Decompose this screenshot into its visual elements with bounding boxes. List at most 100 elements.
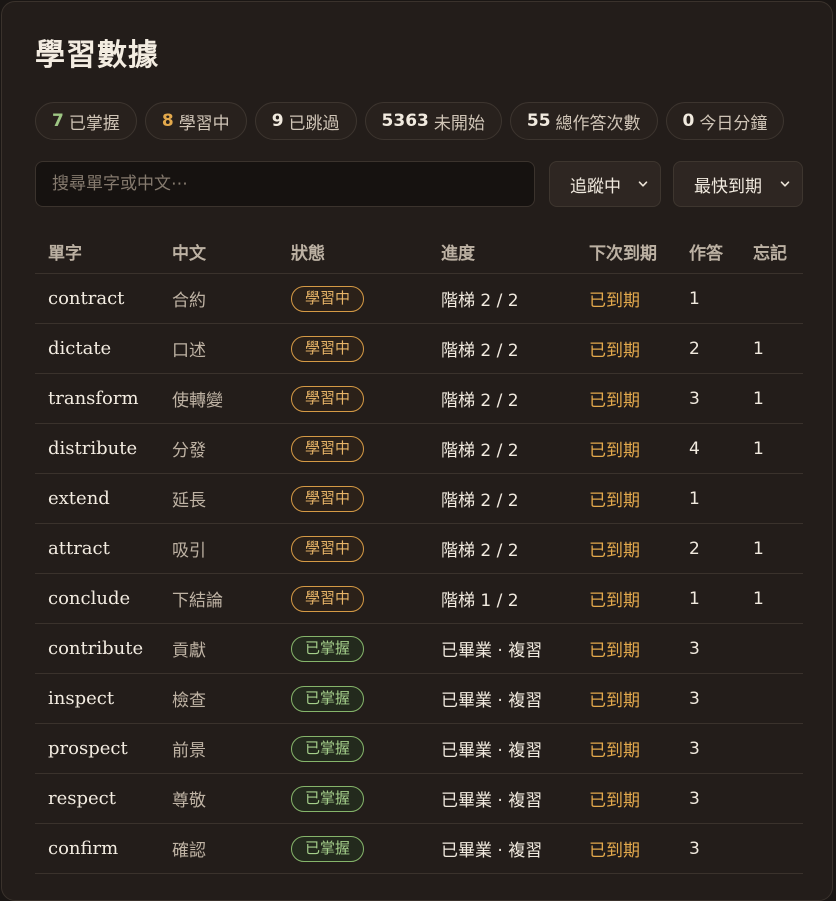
table-row[interactable]: conclude 下結論 學習中 階梯 1 / 2 已到期 1 1: [35, 574, 803, 624]
row-chinese: 下結論: [172, 591, 223, 611]
row-status-cell: 學習中: [291, 574, 365, 623]
row-answers: 3: [689, 388, 700, 409]
row-answers-cell: 1: [689, 474, 700, 523]
row-status-cell: 學習中: [291, 474, 365, 523]
row-forgot: 1: [753, 538, 764, 559]
row-next-due: 已到期: [589, 541, 640, 561]
row-word: conclude: [48, 588, 131, 609]
row-due-cell: 已到期: [589, 574, 640, 623]
table-row[interactable]: respect 尊敬 已掌握 已畢業 · 複習 已到期 3: [35, 774, 803, 824]
row-progress: 階梯 2 / 2: [441, 391, 519, 411]
row-progress-cell: 階梯 2 / 2: [441, 274, 519, 323]
table-row[interactable]: inspect 檢查 已掌握 已畢業 · 複習 已到期 3: [35, 674, 803, 724]
row-next-due: 已到期: [589, 441, 640, 461]
row-word: distribute: [48, 438, 138, 459]
table-row[interactable]: confirm 確認 已掌握 已畢業 · 複習 已到期 3: [35, 824, 803, 874]
column-header-forgot[interactable]: 忘記: [753, 229, 787, 273]
status-badge: 學習中: [291, 585, 365, 612]
row-progress: 已畢業 · 複習: [441, 791, 543, 811]
row-answers-cell: 4: [689, 424, 700, 473]
table-row[interactable]: extend 延長 學習中 階梯 2 / 2 已到期 1: [35, 474, 803, 524]
stat-label: 學習中: [178, 113, 230, 134]
column-header-next-due[interactable]: 下次到期: [589, 229, 657, 273]
row-next-due: 已到期: [589, 391, 640, 411]
stat-label: 已跳過: [288, 113, 340, 134]
table-row[interactable]: prospect 前景 已掌握 已畢業 · 複習 已到期 3: [35, 724, 803, 774]
stat-label: 今日分鐘: [699, 113, 768, 134]
row-status-cell: 已掌握: [291, 774, 365, 823]
row-word: prospect: [48, 738, 128, 759]
status-badge: 已掌握: [291, 785, 365, 812]
table-row[interactable]: contract 合約 學習中 階梯 2 / 2 已到期 1: [35, 274, 803, 324]
row-word-cell: attract: [48, 524, 110, 573]
row-next-due: 已到期: [589, 641, 640, 661]
row-forgot: 1: [753, 338, 764, 359]
table-row[interactable]: transform 使轉變 學習中 階梯 2 / 2 已到期 3 1: [35, 374, 803, 424]
track-filter-select[interactable]: 追蹤中: [549, 161, 661, 207]
column-header-status[interactable]: 狀態: [291, 229, 325, 273]
row-word: respect: [48, 788, 116, 809]
row-answers: 4: [689, 438, 700, 459]
column-header-progress[interactable]: 進度: [441, 229, 475, 273]
stats-summary: 7 已掌握 8 學習中 9 已跳過 5363 未開始 55 總作答次數 0 今日…: [35, 102, 785, 140]
row-forgot-cell: 1: [753, 424, 764, 473]
table-row[interactable]: dictate 口述 學習中 階梯 2 / 2 已到期 2 1: [35, 324, 803, 374]
row-progress: 階梯 1 / 2: [441, 591, 519, 611]
row-progress-cell: 已畢業 · 複習: [441, 624, 542, 673]
stat-chip-total-answers: 55 總作答次數: [509, 102, 658, 140]
table-row[interactable]: contribute 貢獻 已掌握 已畢業 · 複習 已到期 3: [35, 624, 803, 674]
row-status-cell: 學習中: [291, 324, 365, 373]
row-word: extend: [48, 488, 110, 509]
row-due-cell: 已到期: [589, 424, 640, 473]
status-badge: 已掌握: [291, 685, 365, 712]
row-status-cell: 學習中: [291, 274, 365, 323]
row-answers: 3: [689, 688, 700, 709]
row-forgot-cell: 1: [753, 574, 764, 623]
row-due-cell: 已到期: [589, 324, 640, 373]
stat-label: 已掌握: [68, 113, 120, 134]
row-due-cell: 已到期: [589, 474, 640, 523]
row-progress: 階梯 2 / 2: [441, 341, 519, 361]
row-progress-cell: 已畢業 · 複習: [441, 724, 542, 773]
row-answers-cell: 1: [689, 574, 700, 623]
table-body: contract 合約 學習中 階梯 2 / 2 已到期 1 dictate 口述 學習中 階梯 …: [35, 274, 803, 874]
row-progress: 已畢業 · 複習: [441, 741, 543, 761]
row-forgot-cell: 1: [753, 324, 764, 373]
row-chinese-cell: 口述: [172, 324, 206, 373]
row-forgot-cell: 1: [753, 524, 764, 573]
table-row[interactable]: attract 吸引 學習中 階梯 2 / 2 已到期 2 1: [35, 524, 803, 574]
row-answers-cell: 3: [689, 374, 700, 423]
search-input[interactable]: [35, 161, 535, 207]
row-forgot: 1: [753, 588, 764, 609]
row-answers: 3: [689, 638, 700, 659]
row-chinese-cell: 延長: [172, 474, 206, 523]
page-title: 學習數據: [35, 38, 159, 73]
column-header-answers[interactable]: 作答: [689, 229, 723, 273]
row-answers: 3: [689, 788, 700, 809]
stat-chip-not-started: 5363 未開始: [364, 102, 502, 140]
column-header-chinese[interactable]: 中文: [172, 229, 206, 273]
stat-number: 9: [271, 111, 284, 131]
track-filter-value: 追蹤中: [570, 176, 621, 197]
row-answers-cell: 3: [689, 724, 700, 773]
row-due-cell: 已到期: [589, 524, 640, 573]
sort-select[interactable]: 最快到期: [673, 161, 803, 207]
row-status-cell: 學習中: [291, 374, 365, 423]
row-progress-cell: 已畢業 · 複習: [441, 774, 542, 823]
table-row[interactable]: distribute 分發 學習中 階梯 2 / 2 已到期 4 1: [35, 424, 803, 474]
status-badge: 已掌握: [291, 735, 365, 762]
row-answers-cell: 3: [689, 774, 700, 823]
row-chinese: 尊敬: [172, 791, 206, 811]
status-badge: 已掌握: [291, 835, 365, 862]
row-progress: 階梯 2 / 2: [441, 441, 519, 461]
row-chinese: 貢獻: [172, 641, 206, 661]
row-chinese-cell: 合約: [172, 274, 206, 323]
row-next-due: 已到期: [589, 591, 640, 611]
status-badge: 已掌握: [291, 635, 365, 662]
row-progress-cell: 已畢業 · 複習: [441, 674, 542, 723]
row-due-cell: 已到期: [589, 824, 640, 873]
row-next-due: 已到期: [589, 491, 640, 511]
row-chinese: 分發: [172, 441, 206, 461]
column-header-word[interactable]: 單字: [48, 229, 82, 273]
row-chinese-cell: 分發: [172, 424, 206, 473]
